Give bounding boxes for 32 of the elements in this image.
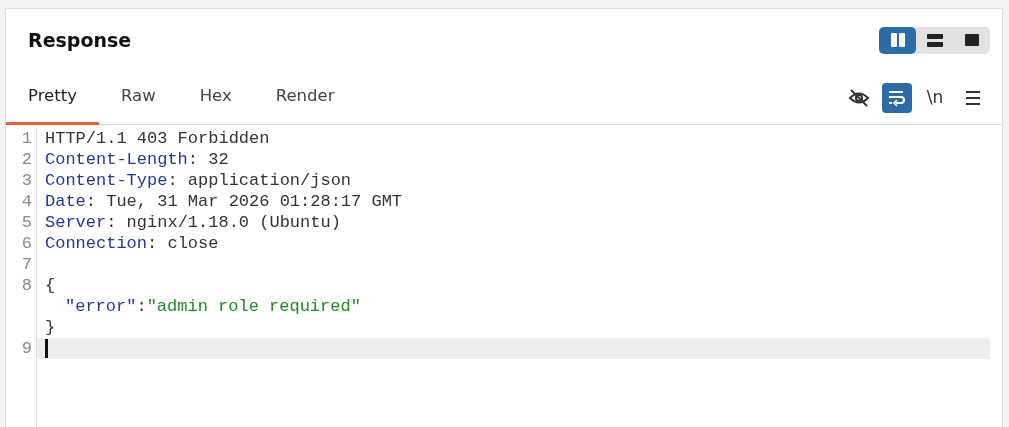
square-icon: [964, 34, 979, 46]
code-line: Content-Type: application/json: [45, 171, 352, 190]
line-number: 3: [21, 171, 32, 190]
panel-title: Response: [28, 27, 132, 53]
line-number: 1: [21, 129, 32, 148]
tab[interactable]: Raw: [98, 71, 178, 125]
menu-icon: [966, 89, 980, 106]
split-columns-icon: [890, 33, 905, 47]
text-cursor: [45, 339, 48, 358]
line-number: 7: [21, 255, 32, 274]
code-line: Connection: close: [45, 234, 219, 253]
split-rows-icon: [926, 33, 943, 47]
tab[interactable]: Pretty: [6, 71, 99, 125]
code-line: Content-Length: 32: [45, 150, 229, 169]
code-line: {: [45, 276, 56, 295]
wrap-icon: [888, 88, 906, 107]
code-line: }: [45, 318, 56, 337]
tab[interactable]: Render: [253, 71, 357, 125]
newline-button[interactable]: \n: [920, 82, 950, 113]
tab[interactable]: Hex: [177, 71, 254, 125]
code-line: Server: nginx/1.18.0 (Ubuntu): [45, 213, 341, 232]
eye-slash-icon: [848, 87, 870, 108]
line-number: 2: [21, 150, 32, 169]
line-number: 6: [21, 234, 32, 253]
line-number: 5: [21, 213, 32, 232]
line-number: 8: [21, 276, 32, 295]
code-line: Date: Tue, 31 Mar 2026 01:28:17 GMT: [45, 192, 403, 211]
line-number: 4: [21, 192, 32, 211]
code-line: "error":"admin role required": [65, 297, 361, 316]
wrap-button[interactable]: [882, 82, 912, 113]
code-line: HTTP/1.1 403 Forbidden: [45, 129, 270, 148]
line-number: 9: [21, 339, 32, 358]
